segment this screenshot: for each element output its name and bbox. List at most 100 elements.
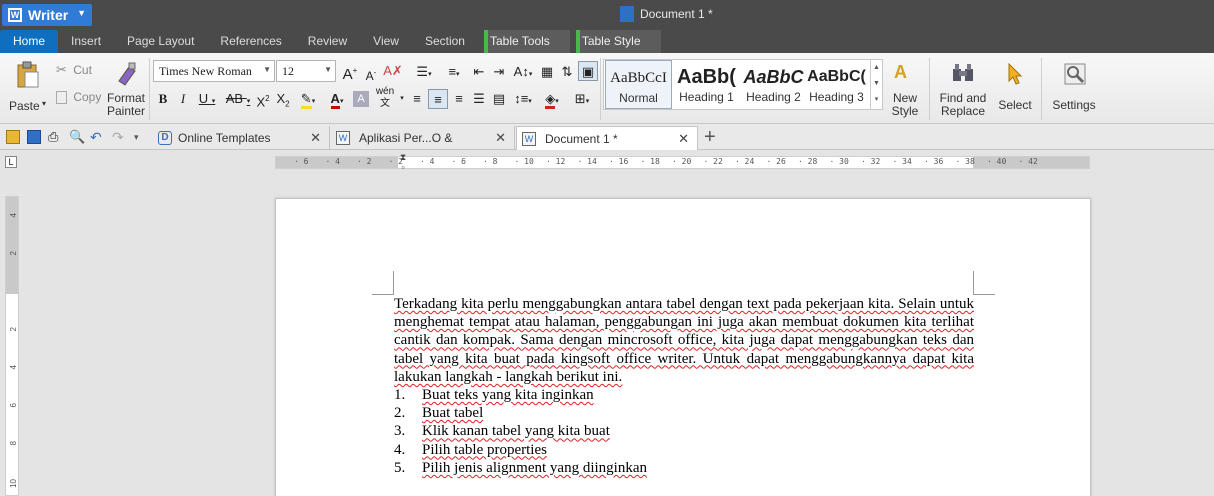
new-style-button[interactable]: A New Style — [887, 60, 923, 122]
style-name: Heading 2 — [746, 90, 801, 104]
phonetic-guide-button[interactable]: wén 文 — [374, 86, 396, 109]
underline-button[interactable]: U ▾ — [195, 89, 219, 109]
style-heading-1[interactable]: AaBb( Heading 1 — [673, 60, 740, 109]
document-body[interactable]: Terkadang kita perlu menggabungkan antar… — [394, 295, 974, 477]
clear-format-icon[interactable]: A✗ — [383, 61, 403, 81]
format-painter-button[interactable]: Format Painter — [104, 59, 148, 121]
font-color-button[interactable]: A▾ — [323, 89, 351, 109]
list-item: 4. Pilih table properties — [394, 441, 974, 459]
ruler-tick-label: · 42 — [1018, 157, 1038, 166]
indent-marker[interactable]: ⧗ ▫ — [398, 152, 408, 174]
tab-table-tools[interactable]: Table Tools — [483, 30, 570, 53]
save-icon[interactable] — [27, 130, 41, 144]
superscript-button[interactable]: X2 — [254, 89, 272, 109]
new-style-icon: A — [894, 62, 907, 82]
style-gallery: AaBbCcI Normal AaBb( Heading 1 AaBbC Hea… — [603, 59, 883, 110]
align-left-icon[interactable]: ≡ — [408, 89, 426, 109]
style-heading-3[interactable]: AaBbC( Heading 3 — [803, 60, 870, 109]
tab-aplikasi-document[interactable]: W Aplikasi Per...O & MSO).docx ✕ — [331, 126, 515, 169]
settings-button[interactable]: Settings — [1045, 60, 1103, 122]
print-icon[interactable]: ⎙ — [48, 130, 62, 144]
strikethrough-button[interactable]: AB ▾ — [224, 89, 252, 109]
increase-indent-icon[interactable]: ⇥ — [490, 62, 508, 82]
title-bar: W Writer ▼ Document 1 * — [0, 0, 1214, 30]
ruler-tick-label: · 2 — [357, 157, 372, 166]
tab-section[interactable]: Section — [412, 30, 478, 53]
decrease-indent-icon[interactable]: ⇤ — [470, 62, 488, 82]
tab-home[interactable]: Home — [0, 30, 59, 53]
paintbrush-icon — [118, 62, 136, 86]
style-normal[interactable]: AaBbCcI Normal — [605, 60, 672, 109]
document-page[interactable]: Terkadang kita perlu menggabungkan antar… — [275, 198, 1091, 496]
ruler-tick-label: 6 — [9, 403, 18, 408]
style-heading-2[interactable]: AaBbC Heading 2 — [740, 60, 807, 109]
show-marks-icon[interactable]: ▣ — [578, 61, 598, 81]
vertical-ruler[interactable]: 4 2 2 4 6 8 10 — [5, 196, 19, 496]
close-icon[interactable]: ✕ — [678, 127, 689, 151]
tab-review[interactable]: Review — [295, 30, 360, 53]
close-icon[interactable]: ✕ — [310, 126, 321, 150]
shrink-font-button[interactable]: A- — [363, 63, 379, 83]
justify-icon[interactable]: ☰ — [470, 89, 488, 109]
tab-document-1[interactable]: W Document 1 * ✕ — [516, 126, 698, 150]
align-center-icon[interactable]: ≡ — [428, 89, 448, 109]
app-menu-button[interactable]: W Writer ▼ — [2, 4, 92, 26]
chevron-down-icon: ▼ — [324, 65, 332, 74]
quick-access-bar: ⎙ 🔍 ↶ ↷ ▾ D Online Templates ✕ W Aplikas… — [0, 124, 1214, 169]
cut-button[interactable]: ✂ Cut — [56, 62, 100, 80]
close-icon[interactable]: ✕ — [495, 126, 506, 150]
sort-icon[interactable]: ⇅ — [558, 62, 576, 82]
align-right-icon[interactable]: ≡ — [450, 89, 468, 109]
font-size-value: 12 — [282, 64, 294, 78]
font-size-select[interactable]: 12 ▼ — [276, 60, 336, 82]
open-folder-icon[interactable] — [6, 130, 20, 144]
list-item: 1. Buat teks yang kita inginkan — [394, 386, 974, 404]
style-name: Heading 3 — [809, 90, 864, 104]
highlight-button[interactable]: ✎▾ — [295, 89, 321, 109]
tab-page-layout[interactable]: Page Layout — [114, 30, 207, 53]
style-gallery-scroll[interactable]: ▲ ▼ ▾ — [870, 60, 882, 109]
tab-insert[interactable]: Insert — [58, 30, 114, 53]
borders-button[interactable]: ⊞▾ — [568, 89, 596, 109]
tab-stop-selector[interactable]: L — [5, 156, 17, 168]
character-shading-button[interactable]: A — [353, 91, 369, 107]
bold-button[interactable]: B — [155, 89, 171, 109]
print-preview-icon[interactable]: 🔍 — [69, 130, 85, 144]
undo-icon[interactable]: ↶ — [90, 130, 104, 144]
subscript-button[interactable]: X2 — [274, 89, 292, 109]
find-replace-button[interactable]: Find and Replace — [935, 60, 991, 122]
grow-font-button[interactable]: A+ — [341, 61, 359, 83]
text-direction-button[interactable]: A↕▾ — [510, 62, 536, 82]
shading-button[interactable]: ◈▾ — [538, 89, 566, 109]
paste-button[interactable]: Paste ▾ — [6, 59, 50, 119]
distributed-icon[interactable]: ▤ — [490, 89, 508, 109]
chevron-down-icon[interactable]: ▾ — [398, 89, 406, 109]
new-style-label-2: Style — [891, 104, 919, 118]
font-name-select[interactable]: Times New Roman ▼ — [153, 60, 275, 82]
tab-references[interactable]: References — [207, 30, 294, 53]
tab-table-style[interactable]: Table Style — [575, 30, 661, 53]
document-icon: W — [336, 131, 350, 145]
tab-view[interactable]: View — [360, 30, 412, 53]
redo-icon[interactable]: ↷ — [112, 130, 126, 144]
list-item: 3. Klik kanan tabel yang kita buat — [394, 422, 974, 440]
ribbon-divider — [600, 58, 601, 120]
copy-button[interactable]: Copy — [56, 90, 106, 108]
table-grid-icon[interactable]: ▦ — [538, 62, 556, 82]
tab-online-templates[interactable]: D Online Templates ✕ — [152, 126, 330, 150]
menu-bar: Home Insert Page Layout References Revie… — [0, 30, 1214, 53]
ruler-tick-label: · 10 — [514, 157, 534, 166]
line-spacing-button[interactable]: ↕≡▾ — [510, 89, 536, 109]
select-button[interactable]: Select — [993, 60, 1037, 122]
copy-icon — [56, 91, 67, 105]
ruler-tick-label: · 26 — [766, 157, 786, 166]
new-tab-button[interactable]: + — [704, 125, 716, 149]
customize-chevron-icon[interactable]: ▾ — [134, 130, 148, 144]
bullets-button[interactable]: ☰▾ — [410, 62, 438, 82]
app-name: Writer — [28, 7, 69, 23]
margin-mark-right — [973, 271, 995, 295]
italic-button[interactable]: I — [175, 89, 191, 109]
font-name-value: Times New Roman — [159, 64, 252, 78]
numbering-button[interactable]: ≡▾ — [440, 62, 468, 82]
body-paragraph: Terkadang kita perlu menggabungkan antar… — [394, 296, 974, 385]
